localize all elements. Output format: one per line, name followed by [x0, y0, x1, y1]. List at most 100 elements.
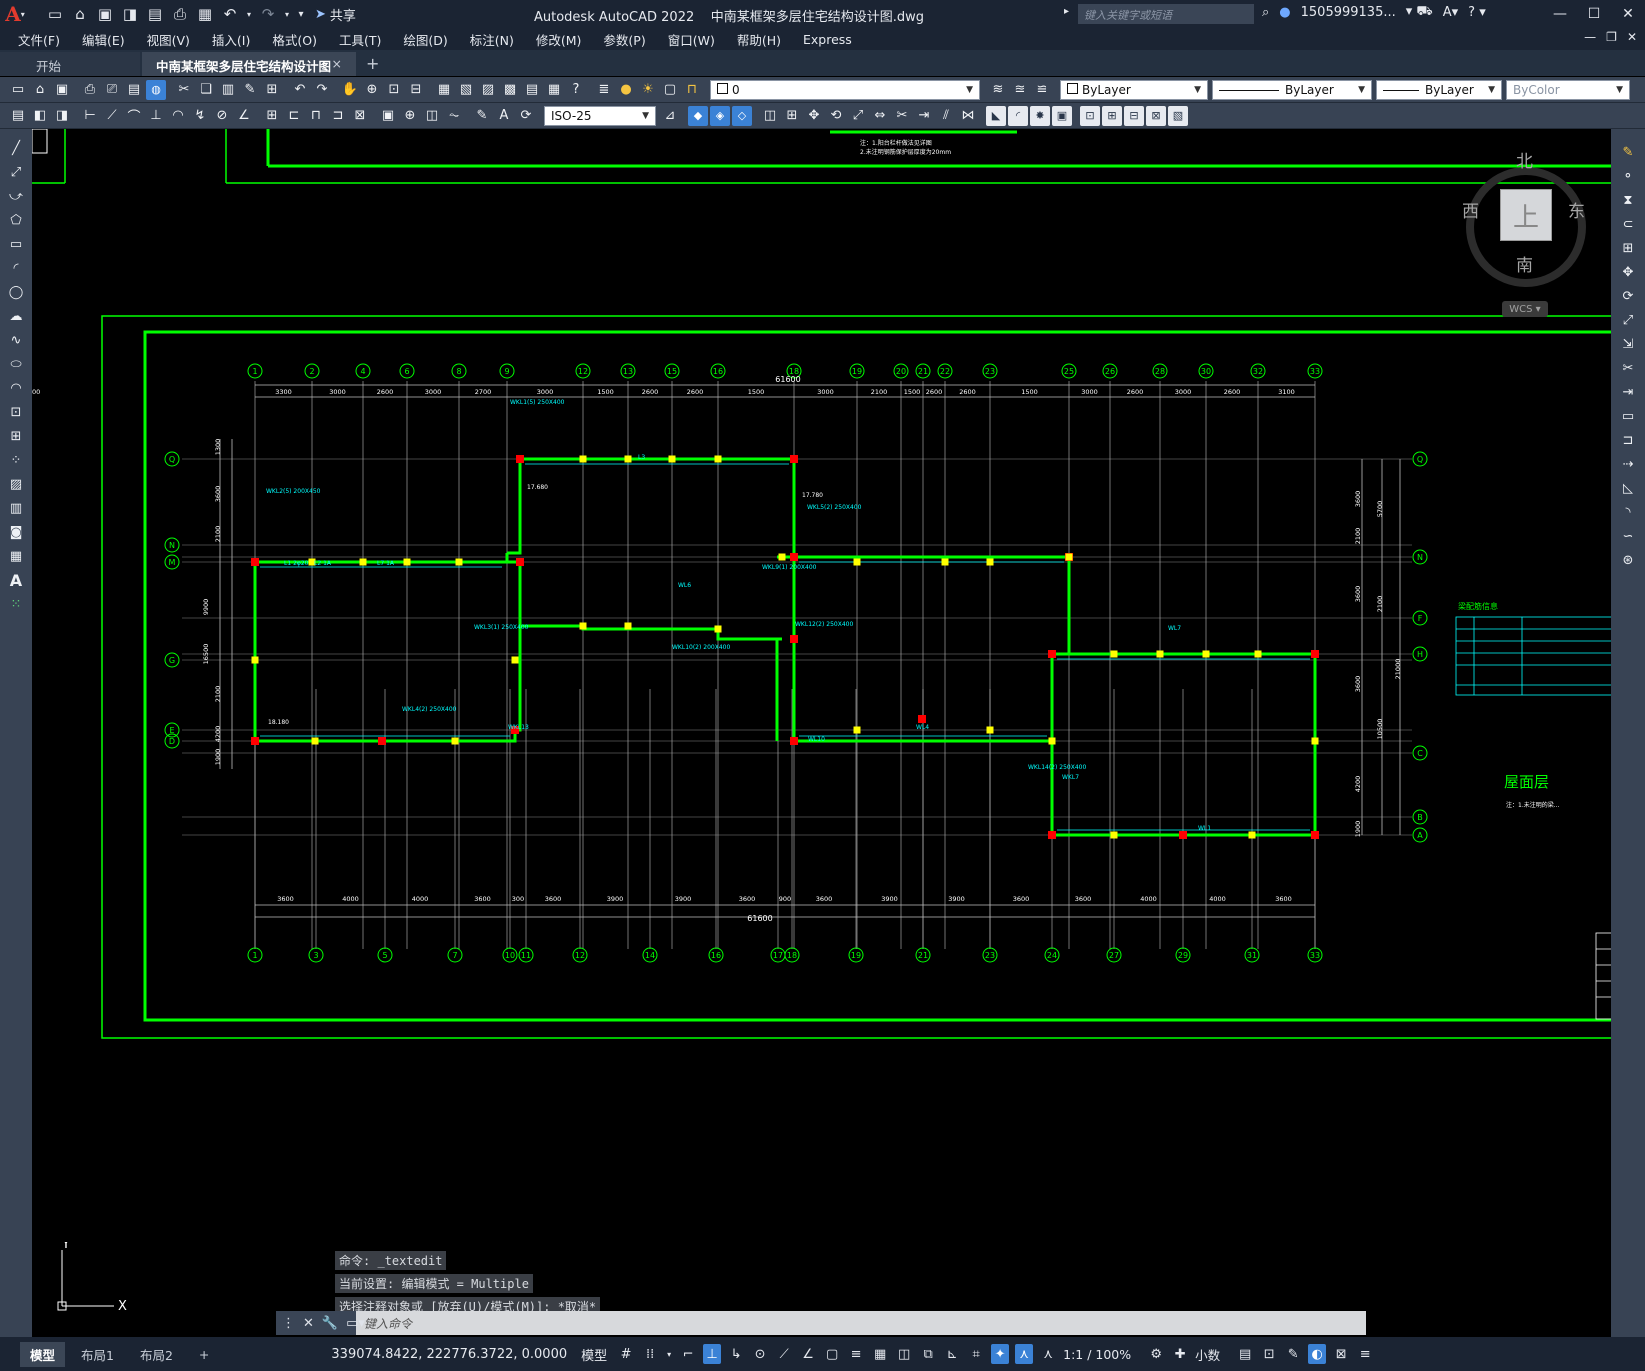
transparency-icon[interactable]: ▦ — [871, 1344, 889, 1364]
annotation-scale[interactable]: 1:1 / 100% — [1063, 1347, 1131, 1362]
modify-mirror-icon[interactable]: ◇ — [732, 105, 752, 126]
annotation-monitor-icon[interactable]: ✚ — [1171, 1344, 1189, 1364]
layer-state-icon[interactable]: ≌ — [1032, 80, 1052, 100]
lineweight-icon[interactable]: ≡ — [847, 1344, 865, 1364]
tab-start[interactable]: 开始 — [0, 52, 140, 76]
rectangle-icon[interactable]: ▭ — [6, 235, 26, 253]
isolate-objects-icon[interactable]: ✎ — [1284, 1344, 1302, 1364]
make-block-icon[interactable]: ⊞ — [1102, 105, 1122, 126]
jogged-dimension-icon[interactable]: ↯ — [190, 106, 210, 126]
markup-icon[interactable]: ▤ — [522, 80, 542, 100]
copy-icon[interactable]: ❏ — [196, 80, 216, 100]
hardware-acceleration-icon[interactable]: ◐ — [1308, 1344, 1327, 1364]
workspace-icon[interactable]: ▤ — [8, 106, 28, 126]
jogged-linear-icon[interactable]: ⏦ — [444, 106, 464, 126]
open-folder-icon[interactable]: ⌂ — [69, 3, 91, 25]
move-icon[interactable]: ✥ — [1618, 263, 1638, 281]
search-expand-icon[interactable]: ▸ — [1064, 6, 1069, 17]
dimension-edit-icon[interactable]: ✎ — [472, 106, 492, 126]
dimension-text-edit-icon[interactable]: A — [494, 106, 514, 126]
blend-curves-icon[interactable]: ∽ — [1618, 527, 1638, 545]
app-menu-button[interactable]: A ▾ — [0, 0, 30, 28]
make-block-icon[interactable]: ⊞ — [6, 427, 26, 445]
open-icon[interactable]: ⌂ — [30, 80, 50, 100]
chamfer-icon[interactable]: ◣ — [986, 105, 1006, 126]
new-icon[interactable]: ▭ — [8, 80, 28, 100]
compass-east[interactable]: 东 — [1568, 197, 1585, 222]
snap-dropdown-icon[interactable]: ▾ — [665, 1344, 673, 1364]
linetype-dropdown[interactable]: ByLayer ▼ — [1212, 79, 1372, 100]
ellipse-icon[interactable]: ⬭ — [6, 355, 26, 373]
new-file-icon[interactable]: ▭ — [44, 3, 66, 25]
insert-block-icon[interactable]: ⊡ — [6, 403, 26, 421]
zoom-previous-icon[interactable]: ⊟ — [406, 80, 426, 100]
polygon-icon[interactable]: ⬠ — [6, 211, 26, 229]
paste-icon[interactable]: ▥ — [218, 80, 238, 100]
customize-command-icon[interactable]: 🔧 — [322, 1316, 338, 1331]
undo-icon[interactable]: ↶ — [290, 80, 310, 100]
close-window-button[interactable]: ✕ — [1611, 0, 1645, 28]
layer-viewport-icon[interactable]: ▢ — [660, 80, 680, 100]
object-snap-tracking-icon[interactable]: ∠ — [799, 1344, 817, 1364]
zoom-window-icon[interactable]: ⊡ — [384, 80, 404, 100]
extend-icon[interactable]: ⇥ — [914, 106, 934, 126]
undo-icon[interactable]: ↶ — [219, 3, 241, 25]
tab-close-icon[interactable]: × — [332, 56, 342, 72]
zoom-realtime-icon[interactable]: ⊕ — [362, 80, 382, 100]
print-icon[interactable]: ▦ — [194, 3, 216, 25]
tab-layout2[interactable]: 布局2 — [130, 1342, 183, 1367]
construction-line-icon[interactable]: ⤢ — [6, 163, 26, 181]
erase-icon[interactable]: ✎ — [1618, 143, 1638, 161]
scale-icon[interactable]: ⤢ — [1618, 311, 1638, 329]
gradient-icon[interactable]: ▥ — [6, 499, 26, 517]
user-name[interactable]: 1505999135... — [1301, 5, 1396, 20]
attach-icon[interactable]: ⊟ — [1124, 105, 1144, 126]
spline-icon[interactable]: ∿ — [6, 331, 26, 349]
calculator-icon[interactable]: ▦ — [544, 80, 564, 100]
join-icon[interactable]: ⇢ — [1618, 455, 1638, 473]
help-icon[interactable]: ? — [566, 80, 586, 100]
image-icon[interactable]: ▧ — [1168, 105, 1188, 126]
explode-icon[interactable]: ✸ — [1030, 105, 1050, 126]
workspace-gear-icon[interactable]: ⚙ — [1147, 1344, 1165, 1364]
break-at-point-icon[interactable]: ▭ — [1618, 407, 1638, 425]
3d-print-icon[interactable]: ◍ — [146, 79, 166, 100]
insert-block-icon[interactable]: ⊡ — [1080, 105, 1100, 126]
match-properties-icon[interactable]: ✎ — [240, 80, 260, 100]
properties-icon[interactable]: ▦ — [434, 80, 454, 100]
copy-object-icon[interactable]: ⚬ — [1618, 167, 1638, 185]
help-icon[interactable]: ? ▾ — [1468, 5, 1486, 20]
layer-dropdown[interactable]: 0 ▼ — [710, 79, 980, 100]
fillet-icon[interactable]: ◝ — [1618, 503, 1638, 521]
dimension-update-icon[interactable]: ⟳ — [516, 106, 536, 126]
continue-dimension-icon[interactable]: ⊓ — [306, 106, 326, 126]
undo-dropdown-icon[interactable]: ▾ — [244, 3, 254, 25]
plot-icon[interactable]: ⎙ — [169, 3, 191, 25]
cart-icon[interactable]: ▾ ⛟ — [1406, 4, 1433, 21]
block-editor-icon[interactable]: ⊞ — [262, 80, 282, 100]
isodraft-icon[interactable]: ⟋ — [775, 1344, 793, 1364]
dimstyle-dropdown[interactable]: ISO-25 ▼ — [544, 105, 656, 126]
diameter-dimension-icon[interactable]: ⊘ — [212, 106, 232, 126]
selection-filter-icon[interactable]: ⌗ — [967, 1344, 985, 1364]
lineweight-dropdown[interactable]: ByLayer ▼ — [1376, 79, 1502, 100]
menu-tools[interactable]: 工具(T) — [339, 30, 381, 49]
menu-window[interactable]: 窗口(W) — [668, 30, 715, 49]
sheet-set-icon[interactable]: ▩ — [500, 80, 520, 100]
lock-ui-icon[interactable]: ⊡ — [1260, 1344, 1278, 1364]
offset-icon[interactable]: ⊂ — [1618, 215, 1638, 233]
wcs-menu[interactable]: WCS ▾ — [1502, 301, 1548, 317]
menu-draw[interactable]: 绘图(D) — [403, 30, 447, 49]
tool-palettes-icon[interactable]: ▨ — [478, 80, 498, 100]
command-grip-icon[interactable]: ⋮ — [282, 1316, 295, 1331]
aligned-dimension-icon[interactable]: ⟋ — [102, 106, 122, 126]
add-selected-icon[interactable]: ⁙ — [6, 595, 26, 613]
customize-qat-icon[interactable]: ▾ — [295, 3, 307, 25]
quick-dimension-icon[interactable]: ⊞ — [262, 106, 282, 126]
clean-screen-icon[interactable]: ⊠ — [1332, 1344, 1350, 1364]
array-icon[interactable]: ⊞ — [782, 106, 802, 126]
scale-icon[interactable]: ⤢ — [848, 106, 868, 126]
trim-icon[interactable]: ✂ — [1618, 359, 1638, 377]
viewcube-face-top[interactable]: 上 — [1500, 189, 1552, 241]
menu-express[interactable]: Express — [803, 32, 852, 47]
